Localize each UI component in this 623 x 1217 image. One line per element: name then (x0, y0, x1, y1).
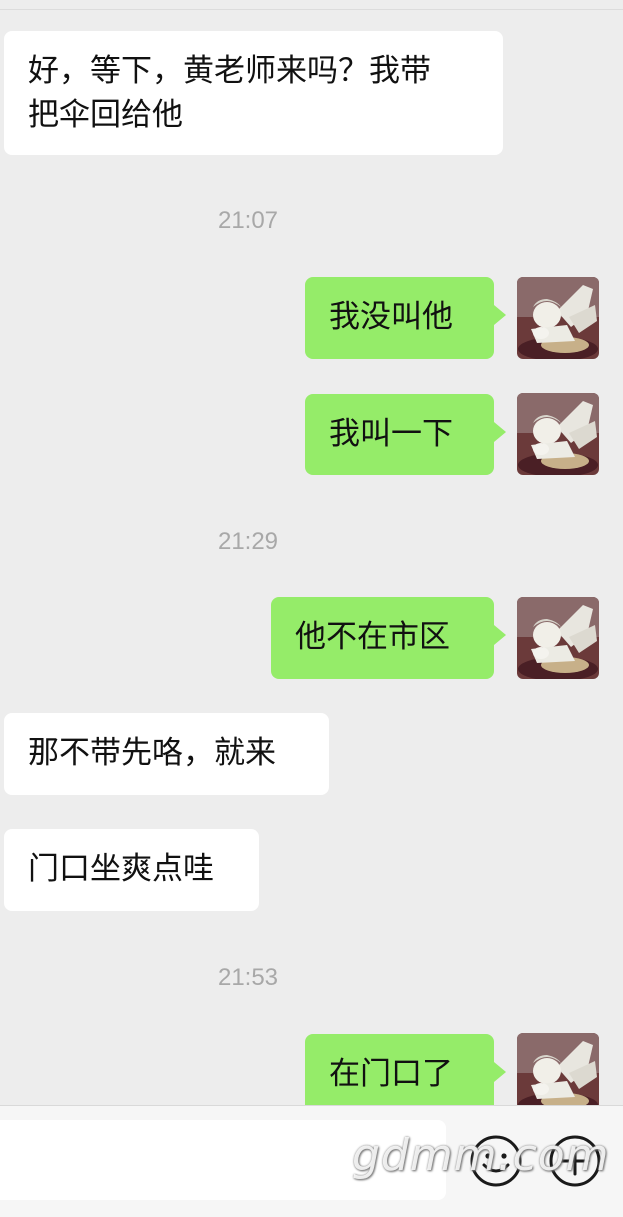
input-bar (0, 1105, 623, 1217)
angel-statue-avatar-icon (517, 393, 599, 475)
timestamp: 21:29 (217, 528, 279, 555)
incoming-message[interactable]: 那不带先咯，就来 (4, 713, 329, 795)
outgoing-message[interactable]: 我没叫他 (305, 277, 506, 359)
chat-area[interactable]: 好，等下，黄老师来吗？我带 把伞回给他 21:07 我没叫他 我叫一下 21:2… (0, 0, 623, 1105)
timestamp: 21:07 (217, 207, 279, 234)
emoji-icon[interactable] (468, 1133, 524, 1189)
angel-statue-avatar-icon (517, 597, 599, 679)
outgoing-message[interactable]: 在门口了 (305, 1034, 506, 1105)
angel-statue-avatar-icon (517, 1033, 599, 1105)
avatar[interactable] (517, 393, 599, 475)
angel-statue-avatar-icon (517, 277, 599, 359)
timestamp: 21:53 (217, 964, 279, 991)
avatar[interactable] (517, 597, 599, 679)
plus-icon[interactable] (547, 1133, 603, 1189)
outgoing-message[interactable]: 他不在市区 (271, 597, 506, 679)
incoming-message[interactable]: 门口坐爽点哇 (4, 829, 259, 911)
avatar[interactable] (517, 277, 599, 359)
outgoing-message[interactable]: 我叫一下 (305, 394, 506, 475)
avatar[interactable] (517, 1033, 599, 1105)
incoming-message[interactable]: 好，等下，黄老师来吗？我带 把伞回给他 (4, 31, 503, 155)
message-input[interactable] (0, 1120, 446, 1200)
